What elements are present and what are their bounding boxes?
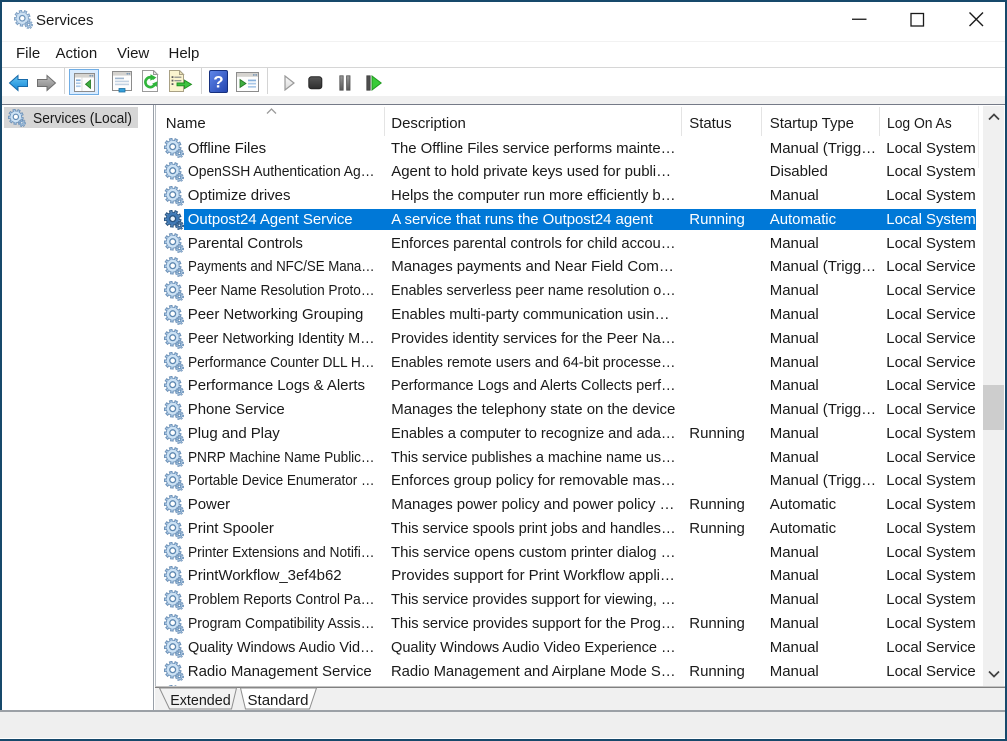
svg-text:Extended: Extended: [170, 692, 231, 709]
svg-text:Standard: Standard: [248, 692, 309, 709]
svg-text:?: ?: [213, 73, 223, 92]
